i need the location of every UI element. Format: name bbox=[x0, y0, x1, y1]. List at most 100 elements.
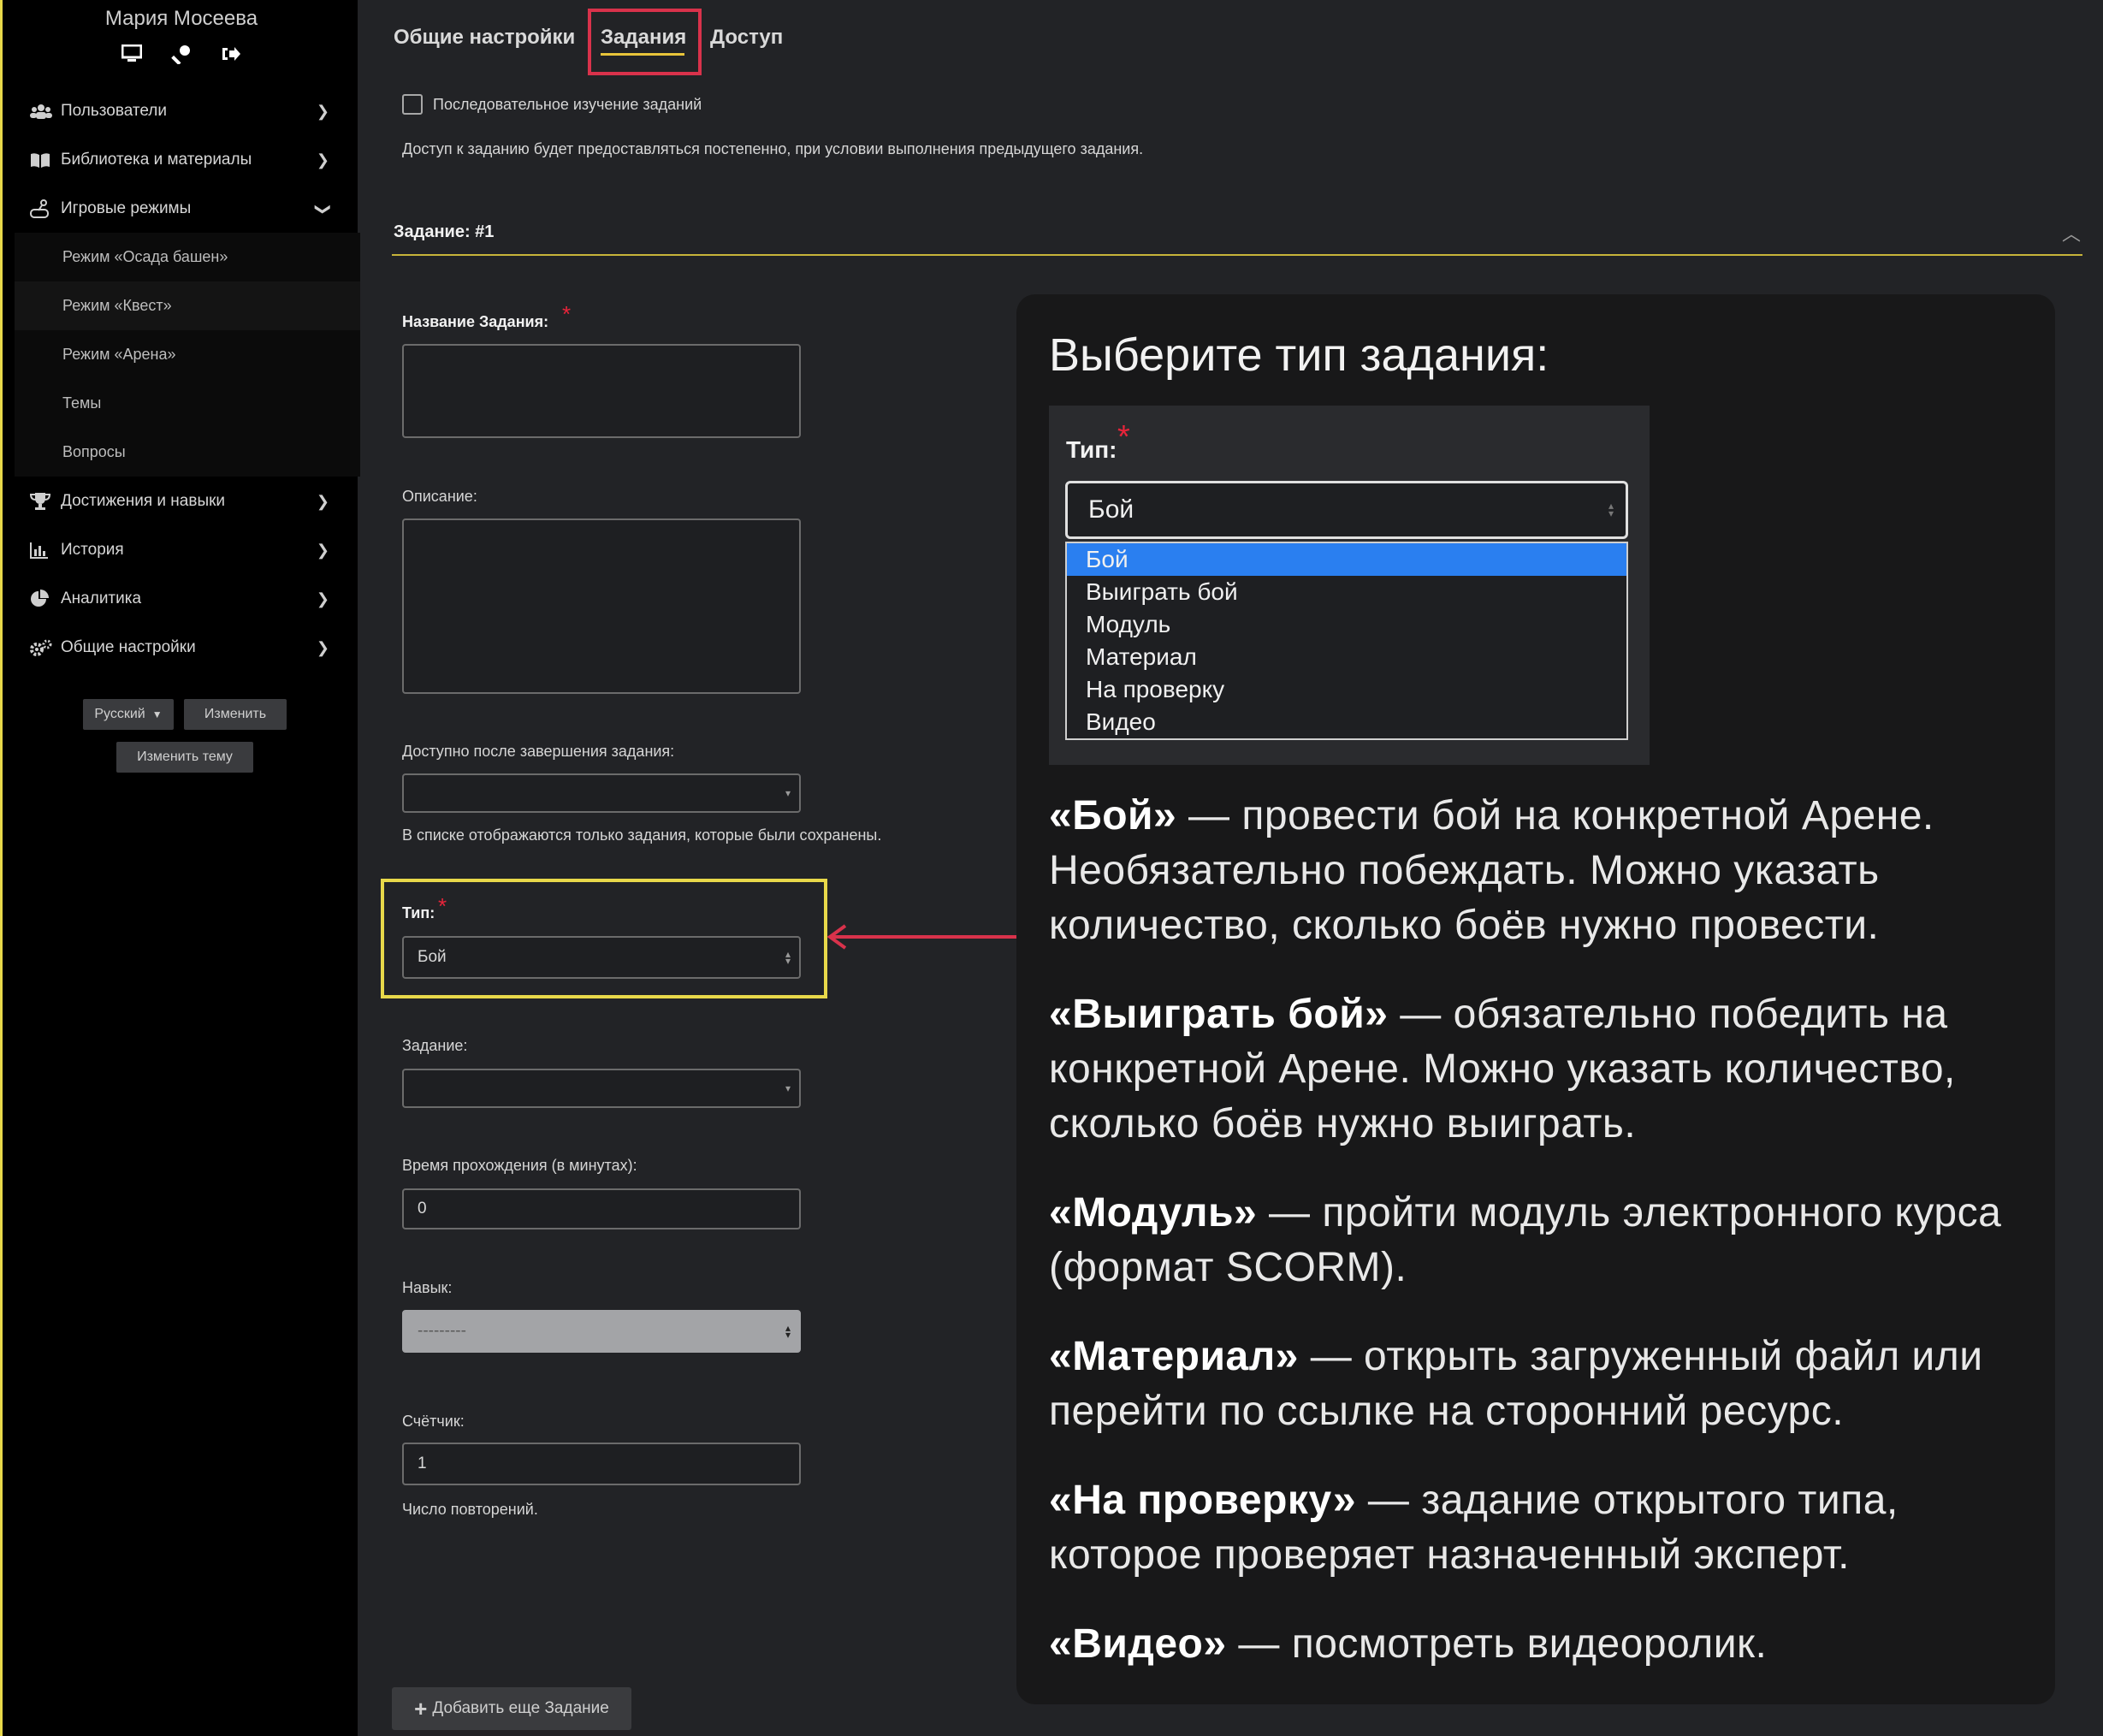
option-win-battle[interactable]: Выиграть бой bbox=[1067, 576, 1626, 608]
change-theme-button[interactable]: Изменить тему bbox=[116, 742, 253, 773]
skill-label: Навык: bbox=[402, 1279, 453, 1296]
counter-label: Счётчик: bbox=[402, 1413, 465, 1430]
tab-general-settings[interactable]: Общие настройки bbox=[394, 26, 575, 50]
trophy-icon bbox=[30, 492, 54, 511]
chevron-right-icon: ❯ bbox=[316, 638, 329, 656]
chevron-down-icon: ❯ bbox=[314, 202, 332, 216]
select-arrows-icon: ▴ ▾ bbox=[785, 1322, 791, 1341]
sidebar-item-users[interactable]: Пользователи ❯ bbox=[15, 87, 348, 135]
chevron-right-icon: ❯ bbox=[316, 541, 329, 559]
option-material[interactable]: Материал bbox=[1067, 641, 1626, 673]
task-name-input[interactable] bbox=[402, 344, 801, 438]
sidebar-item-label: Аналитика bbox=[61, 590, 142, 607]
desc-material: «Материал» — открыть загруженный файл ил… bbox=[1049, 1330, 2059, 1439]
counter-input[interactable]: 1 bbox=[402, 1443, 801, 1485]
language-select[interactable]: Русский ▼ bbox=[83, 699, 174, 730]
sidebar: Мария Мосеева Пользователи ❯ Библиотека … bbox=[0, 0, 360, 1736]
sidebar-item-analytics[interactable]: Аналитика ❯ bbox=[15, 575, 348, 623]
sidebar-item-label: История bbox=[61, 541, 124, 559]
pie-icon bbox=[30, 590, 54, 608]
add-task-label: Добавить еще Задание bbox=[432, 1699, 609, 1717]
sidebar-subitem-arena[interactable]: Режим «Арена» bbox=[15, 330, 360, 379]
demo-type-select[interactable]: Бой ▴ ▾ bbox=[1065, 481, 1628, 539]
desc-term: «Выиграть бой» bbox=[1049, 992, 1389, 1037]
dropdown-arrow-icon: ▾ bbox=[785, 787, 791, 799]
chevron-right-icon: ❯ bbox=[316, 590, 329, 607]
required-mark: * bbox=[562, 301, 572, 327]
gears-icon bbox=[30, 639, 54, 656]
sidebar-subitem-tower-siege[interactable]: Режим «Осада башен» bbox=[15, 233, 360, 281]
option-video[interactable]: Видео bbox=[1067, 706, 1626, 738]
sidebar-item-history[interactable]: История ❯ bbox=[15, 526, 348, 574]
desc-term: «На проверку» bbox=[1049, 1478, 1357, 1523]
skill-value: --------- bbox=[418, 1322, 466, 1340]
change-language-button[interactable]: Изменить bbox=[184, 699, 287, 730]
desc-video: «Видео» — посмотреть видеоролик. bbox=[1049, 1617, 2059, 1672]
available-after-help: В списке отображаются только задания, ко… bbox=[402, 827, 882, 844]
add-task-button[interactable]: + Добавить еще Задание bbox=[392, 1687, 631, 1730]
book-icon bbox=[30, 152, 54, 168]
counter-help: Число повторений. bbox=[402, 1501, 538, 1518]
sidebar-item-label: Библиотека и материалы bbox=[61, 151, 252, 169]
desc-text: — провести бой на конкретной Арене. Необ… bbox=[1049, 793, 1934, 948]
tab-access[interactable]: Доступ bbox=[710, 26, 783, 50]
desc-term: «Материал» bbox=[1049, 1334, 1299, 1379]
sidebar-item-label: Игровые режимы bbox=[61, 199, 192, 217]
sidebar-subitem-label: Вопросы bbox=[62, 443, 126, 460]
sidebar-item-label: Пользователи bbox=[61, 102, 168, 120]
sidebar-subitem-label: Темы bbox=[62, 394, 102, 412]
task-select[interactable]: ▾ bbox=[402, 1069, 801, 1108]
section-title: Задание: #1 bbox=[394, 222, 495, 241]
time-label: Время прохождения (в минутах): bbox=[402, 1157, 637, 1174]
option-battle[interactable]: Бой bbox=[1067, 543, 1626, 576]
desc-text: — посмотреть видеоролик. bbox=[1226, 1621, 1768, 1667]
sequential-help: Доступ к заданию будет предоставляться п… bbox=[402, 140, 1144, 157]
sidebar-subitem-topics[interactable]: Темы bbox=[15, 379, 360, 428]
chevron-right-icon: ❯ bbox=[316, 492, 329, 510]
info-panel-title: Выберите тип задания: bbox=[1049, 329, 1549, 381]
sidebar-item-game-modes[interactable]: Игровые режимы ❯ bbox=[15, 185, 348, 233]
desc-term: «Модуль» bbox=[1049, 1190, 1258, 1235]
chevron-right-icon: ❯ bbox=[316, 102, 329, 120]
demo-select-value: Бой bbox=[1088, 495, 1134, 524]
pointer-arrow-icon bbox=[826, 924, 1016, 950]
collapse-icon[interactable]: ︿ bbox=[2062, 219, 2081, 246]
desc-term: «Бой» bbox=[1049, 793, 1177, 838]
language-value: Русский bbox=[94, 707, 145, 721]
key-icon[interactable] bbox=[169, 43, 193, 65]
desc-win-battle: «Выиграть бой» — обязательно победить на… bbox=[1049, 987, 2059, 1152]
sidebar-subitem-quest[interactable]: Режим «Квест» bbox=[15, 281, 360, 330]
sidebar-item-label: Достижения и навыки bbox=[61, 492, 226, 510]
user-icons bbox=[3, 43, 360, 65]
description-textarea[interactable] bbox=[402, 518, 801, 694]
sidebar-item-general-settings[interactable]: Общие настройки ❯ bbox=[15, 624, 348, 672]
plus-icon: + bbox=[414, 1695, 428, 1721]
time-input[interactable]: 0 bbox=[402, 1188, 801, 1229]
section-divider bbox=[392, 254, 2082, 256]
sidebar-subitem-questions[interactable]: Вопросы bbox=[15, 428, 360, 477]
chevron-right-icon: ❯ bbox=[316, 151, 329, 169]
sidebar-subitem-label: Режим «Арена» bbox=[62, 346, 176, 363]
desc-term: «Видео» bbox=[1049, 1621, 1227, 1667]
time-value: 0 bbox=[418, 1200, 427, 1218]
counter-value: 1 bbox=[418, 1455, 427, 1472]
sidebar-item-library[interactable]: Библиотека и материалы ❯ bbox=[15, 136, 348, 184]
logout-icon[interactable] bbox=[219, 43, 243, 65]
user-name: Мария Мосеева bbox=[104, 7, 258, 30]
option-review[interactable]: На проверку bbox=[1067, 673, 1626, 706]
skill-select[interactable]: --------- ▴ ▾ bbox=[402, 1310, 801, 1353]
available-after-select[interactable]: ▾ bbox=[402, 773, 801, 813]
demo-type-options: Бой Выиграть бой Модуль Материал На пров… bbox=[1065, 542, 1628, 740]
chart-icon bbox=[30, 542, 54, 559]
monitor-icon[interactable] bbox=[120, 43, 144, 65]
task-label: Задание: bbox=[402, 1037, 468, 1054]
tab-highlight-frame bbox=[588, 9, 702, 75]
type-field-highlight bbox=[381, 879, 827, 998]
sidebar-subitem-label: Режим «Квест» bbox=[62, 297, 172, 314]
change-theme-label: Изменить тему bbox=[137, 750, 233, 764]
available-after-label: Доступно после завершения задания: bbox=[402, 743, 675, 760]
chevron-down-icon: ▼ bbox=[151, 708, 163, 720]
sequential-checkbox[interactable] bbox=[402, 94, 423, 115]
sidebar-item-achievements[interactable]: Достижения и навыки ❯ bbox=[15, 477, 348, 525]
option-module[interactable]: Модуль bbox=[1067, 608, 1626, 641]
